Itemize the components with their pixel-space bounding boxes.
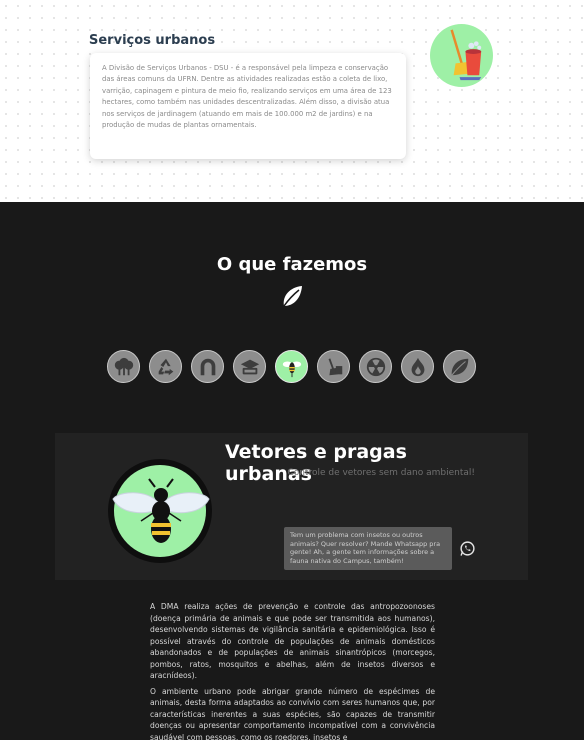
water-drop-icon <box>200 358 215 375</box>
category-recycling[interactable] <box>149 350 182 383</box>
broom-icon <box>328 357 342 375</box>
recycle-icon <box>158 358 173 375</box>
what-we-do-section: O que fazemos Vetores e pragas urbanas C… <box>0 202 584 740</box>
graduation-cap-icon <box>240 359 259 374</box>
category-trees[interactable] <box>107 350 140 383</box>
category-energy[interactable] <box>401 350 434 383</box>
feature-panel: Vetores e pragas urbanas Controle de vet… <box>55 433 528 580</box>
trees-icon <box>114 357 133 375</box>
leaf-icon <box>283 286 302 307</box>
category-education[interactable] <box>233 350 266 383</box>
category-vectors[interactable] <box>275 350 308 383</box>
category-water[interactable] <box>191 350 224 383</box>
feature-subtitle: Controle de vetores sem dano ambiental! <box>287 468 475 478</box>
whatsapp-tooltip: Tem um problema com insetos ou outros an… <box>284 527 452 570</box>
whatsapp-icon[interactable] <box>459 540 476 557</box>
services-title: Serviços urbanos <box>89 33 216 48</box>
content-paragraph: A DMA realiza ações de prevenção e contr… <box>150 602 435 680</box>
services-description: A Divisão de Serviços Urbanos - DSU - é … <box>102 64 392 130</box>
bee-icon <box>112 478 210 543</box>
content-paragraph: O ambiente urbano pode abrigar grande nú… <box>150 686 435 740</box>
category-selector <box>107 350 476 383</box>
feature-title: Vetores e pragas urbanas <box>225 441 407 485</box>
services-section: Serviços urbanos A Divisão de Serviços U… <box>0 0 584 202</box>
flame-icon <box>411 357 424 376</box>
leaf-icon <box>450 358 468 376</box>
cleaning-bucket-icon <box>430 24 493 87</box>
category-radiation[interactable] <box>359 350 392 383</box>
bee-icon <box>282 361 301 377</box>
services-card: A Divisão de Serviços Urbanos - DSU - é … <box>90 53 406 159</box>
category-cleaning[interactable] <box>317 350 350 383</box>
radiation-icon <box>366 357 385 376</box>
content-text: A DMA realiza ações de prevenção e contr… <box>150 601 435 740</box>
category-plants[interactable] <box>443 350 476 383</box>
what-we-do-title: O que fazemos <box>216 254 368 275</box>
